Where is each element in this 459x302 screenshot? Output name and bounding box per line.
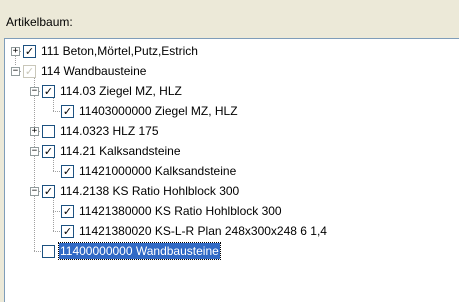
panel-title: Artikelbaum: — [6, 15, 73, 29]
node-label[interactable]: 11421000000 Kalksandsteine — [78, 161, 237, 181]
collapse-icon[interactable]: − — [30, 187, 39, 196]
tree-node[interactable]: ✓ 11421380000 KS Ratio Hohlblock 300 — [5, 201, 455, 221]
collapse-icon[interactable]: − — [30, 87, 39, 96]
collapse-icon[interactable]: − — [11, 67, 20, 76]
tree-node[interactable]: ✓ 11403000000 Ziegel MZ, HLZ — [5, 101, 455, 121]
tree-node[interactable]: − ✓ 114.21 Kalksandsteine — [5, 141, 455, 161]
node-label[interactable]: 11400000000 Wandbausteine — [58, 242, 221, 260]
tree-node[interactable]: 11400000000 Wandbausteine — [5, 241, 455, 261]
node-checkbox[interactable]: ✓ — [23, 65, 36, 78]
node-label[interactable]: 11421380020 KS-L-R Plan 248x300x248 6 1,… — [78, 221, 328, 241]
node-checkbox[interactable]: ✓ — [42, 185, 55, 198]
node-checkbox[interactable]: ✓ — [42, 145, 55, 158]
node-label[interactable]: 11403000000 Ziegel MZ, HLZ — [78, 101, 239, 121]
tree-node[interactable]: + ✓ 111 Beton,Mörtel,Putz,Estrich — [5, 41, 455, 61]
node-checkbox[interactable]: ✓ — [61, 105, 74, 118]
node-label[interactable]: 114.0323 HLZ 175 — [59, 121, 160, 141]
node-label[interactable]: 114.21 Kalksandsteine — [59, 141, 182, 161]
expand-icon[interactable]: + — [30, 127, 39, 136]
tree-node[interactable]: +114.0323 HLZ 175 — [5, 121, 455, 141]
node-checkbox[interactable]: ✓ — [42, 85, 55, 98]
node-checkbox[interactable] — [42, 245, 55, 258]
tree-node[interactable]: ✓ 11421000000 Kalksandsteine — [5, 161, 455, 181]
node-checkbox[interactable]: ✓ — [61, 165, 74, 178]
node-checkbox[interactable]: ✓ — [61, 225, 74, 238]
node-label[interactable]: 114 Wandbausteine — [40, 61, 147, 81]
node-label[interactable]: 11421380000 KS Ratio Hohlblock 300 — [78, 201, 283, 221]
node-label[interactable]: 111 Beton,Mörtel,Putz,Estrich — [40, 41, 199, 61]
node-label[interactable]: 114.03 Ziegel MZ, HLZ — [59, 81, 183, 101]
node-checkbox[interactable]: ✓ — [23, 45, 36, 58]
node-label[interactable]: 114.2138 KS Ratio Hohlblock 300 — [59, 181, 240, 201]
node-checkbox[interactable]: ✓ — [61, 205, 74, 218]
article-tree[interactable]: + ✓ 111 Beton,Mörtel,Putz,Estrich − ✓ 114 Wan… — [4, 38, 459, 302]
tree-node[interactable]: − ✓ 114 Wandbausteine — [5, 61, 455, 81]
tree-node[interactable]: − ✓ 114.03 Ziegel MZ, HLZ — [5, 81, 455, 101]
node-checkbox[interactable] — [42, 125, 55, 138]
tree-node[interactable]: ✓ 11421380020 KS-L-R Plan 248x300x248 6 1… — [5, 221, 455, 241]
collapse-icon[interactable]: − — [30, 147, 39, 156]
expand-icon[interactable]: + — [11, 47, 20, 56]
tree-node[interactable]: − ✓ 114.2138 KS Ratio Hohlblock 300 — [5, 181, 455, 201]
